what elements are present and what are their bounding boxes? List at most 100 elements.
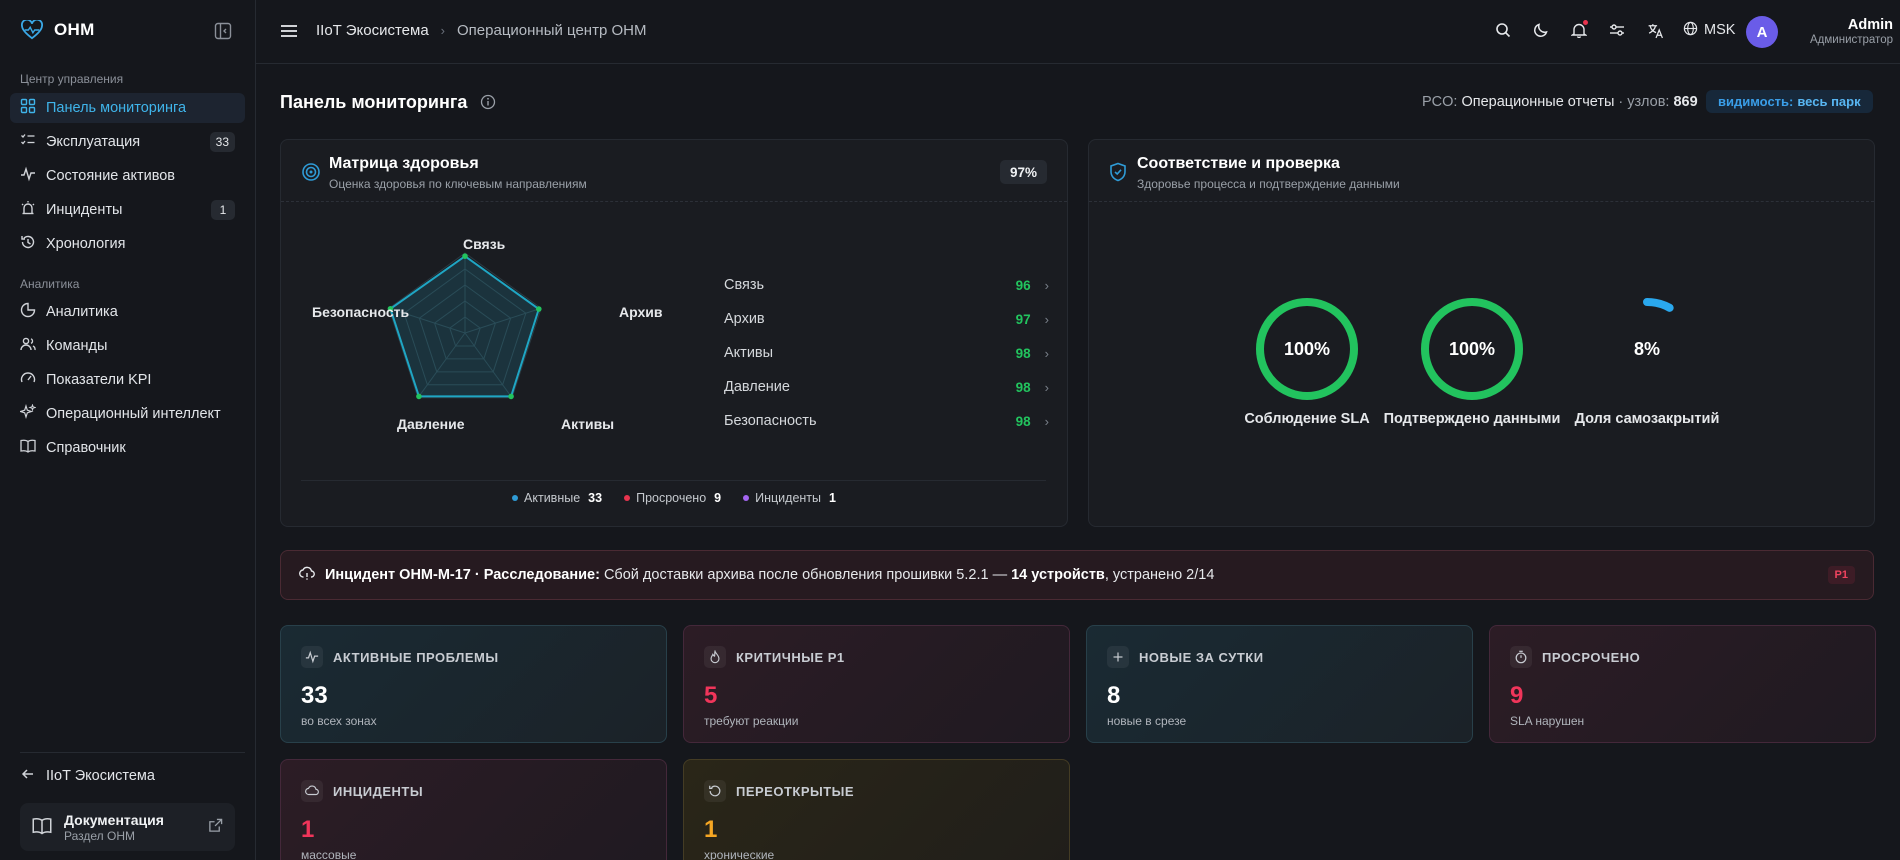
sidebar-item-label: Показатели KPI xyxy=(46,372,152,388)
metric-row-pressure[interactable]: Давление 98 › xyxy=(724,370,1049,404)
moon-icon[interactable] xyxy=(1531,20,1551,40)
sidebar-item-label: Инциденты xyxy=(46,202,123,218)
sidebar-item-reference[interactable]: Справочник xyxy=(10,433,245,463)
header-meta: PCO: Операционные отчеты · узлов: 869 xyxy=(1422,94,1698,110)
legend-overdue[interactable]: Просрочено 9 xyxy=(624,491,721,505)
gauge-icon xyxy=(20,370,36,390)
translate-icon[interactable] xyxy=(1645,20,1665,40)
page-title: Панель мониторинга xyxy=(280,92,468,112)
sidebar-item-incidents[interactable]: Инциденты 1 xyxy=(10,195,245,225)
sidebar-item-operations[interactable]: Эксплуатация 33 xyxy=(10,127,245,157)
metric-row-security[interactable]: Безопасность 98 › xyxy=(724,404,1049,438)
gauge-label: Подтверждено данными xyxy=(1383,411,1561,427)
bell-icon[interactable] xyxy=(1569,20,1589,40)
legend-label: Просрочено xyxy=(636,491,707,505)
timezone-selector[interactable]: MSK xyxy=(1683,21,1735,40)
radar-chart: Связь Архив Активы Давление Безопасность xyxy=(301,202,662,482)
stat-label: АКТИВНЫЕ ПРОБЛЕМЫ xyxy=(333,649,499,665)
checklist-icon xyxy=(20,132,36,152)
legend-incidents[interactable]: Инциденты 1 xyxy=(743,491,836,505)
stat-card-new-today[interactable]: НОВЫЕ ЗА СУТКИ 8 новые в срезе xyxy=(1086,625,1473,743)
brand-name: OHM xyxy=(54,20,95,39)
breadcrumb-ecosystem[interactable]: IIoT Экосистема xyxy=(316,22,429,39)
documentation-card[interactable]: Документация Раздел OHM xyxy=(20,803,235,851)
user-menu[interactable]: Admin Администратор xyxy=(1783,17,1893,46)
gauge-label: Доля самозакрытий xyxy=(1574,411,1720,427)
metric-label: Давление xyxy=(724,379,790,395)
count-badge: 33 xyxy=(209,132,235,152)
plus-icon xyxy=(1107,646,1129,668)
stat-head: ПРОСРОЧЕНО xyxy=(1510,646,1855,668)
collapse-sidebar-icon[interactable] xyxy=(214,22,232,40)
count-badge: 1 xyxy=(211,200,235,220)
priority-badge: P1 xyxy=(1827,566,1855,584)
arrow-left-icon xyxy=(20,766,36,786)
sidebar-divider xyxy=(20,752,245,753)
sidebar-item-label: Эксплуатация xyxy=(46,134,141,150)
book-icon xyxy=(32,816,52,839)
stat-value: 1 xyxy=(301,816,315,843)
pie-chart-icon xyxy=(20,302,36,322)
stat-subtitle: хронические xyxy=(704,848,775,860)
visibility-badge[interactable]: видимость: весь парк xyxy=(1706,90,1873,113)
gauge-value: 8% xyxy=(1633,338,1660,359)
legend-label: Инциденты xyxy=(755,491,822,505)
avatar[interactable]: A xyxy=(1746,16,1778,48)
radar-axis-label: Архив xyxy=(619,304,663,320)
external-link-icon[interactable] xyxy=(208,818,223,836)
incident-alert-banner[interactable]: Инцидент OHM-M-17 · Расследование: Сбой … xyxy=(280,550,1874,600)
self-closed-gauge: 8% Доля самозакрытий xyxy=(1547,295,1747,427)
menu-icon[interactable] xyxy=(280,22,298,43)
card-title: Матрица здоровья xyxy=(329,155,479,172)
sidebar-item-teams[interactable]: Команды xyxy=(10,331,245,361)
stat-card-active-problems[interactable]: АКТИВНЫЕ ПРОБЛЕМЫ 33 во всех зонах xyxy=(280,625,667,743)
radar-series-area xyxy=(389,254,540,398)
info-icon[interactable] xyxy=(480,94,496,113)
stat-value: 9 xyxy=(1510,682,1524,709)
metric-value: 98 xyxy=(1015,379,1031,395)
metric-row-archive[interactable]: Архив 97 › xyxy=(724,302,1049,336)
radar-point xyxy=(462,253,468,259)
brand[interactable]: OHM xyxy=(20,18,95,42)
metric-row-assets[interactable]: Активы 98 › xyxy=(724,336,1049,370)
stat-head: ИНЦИДЕНТЫ xyxy=(301,780,646,802)
card-subtitle: Оценка здоровья по ключевым направлениям xyxy=(329,177,587,191)
metric-value: 96 xyxy=(1015,277,1031,293)
doc-title: Документация xyxy=(64,811,164,828)
stat-head: НОВЫЕ ЗА СУТКИ xyxy=(1107,646,1452,668)
sidebar-item-asset-health[interactable]: Состояние активов xyxy=(10,161,245,191)
legend-label: Активные xyxy=(524,491,581,505)
sidebar-item-intelligence[interactable]: Операционный интеллект xyxy=(10,399,245,429)
sidebar-item-analytics[interactable]: Аналитика xyxy=(10,297,245,327)
sidebar-item-kpi[interactable]: Показатели KPI xyxy=(10,365,245,395)
flame-icon xyxy=(704,646,726,668)
back-to-ecosystem-link[interactable]: IIoT Экосистема xyxy=(20,766,155,786)
radar-point xyxy=(508,393,514,400)
gauge-ring: 8% xyxy=(1593,295,1701,403)
stat-head: АКТИВНЫЕ ПРОБЛЕМЫ xyxy=(301,646,646,668)
stat-card-critical-p1[interactable]: КРИТИЧНЫЕ P1 5 требуют реакции xyxy=(683,625,1070,743)
metric-label: Связь xyxy=(724,277,765,293)
sidebar-item-timeline[interactable]: Хронология xyxy=(10,229,245,259)
stat-card-reopened[interactable]: ПЕРЕОТКРЫТЫЕ 1 хронические xyxy=(683,759,1070,860)
legend-active[interactable]: Активные 33 xyxy=(512,491,602,505)
sidebar-item-label: Хронология xyxy=(46,236,126,252)
chevron-right-icon: › xyxy=(1044,311,1049,327)
activity-icon xyxy=(20,166,36,186)
legend-dot xyxy=(512,495,519,501)
sliders-icon[interactable] xyxy=(1607,20,1627,40)
meta-node-count: 869 xyxy=(1673,94,1698,110)
gauge-ring: 100% xyxy=(1418,295,1526,403)
meta-report[interactable]: Операционные отчеты xyxy=(1461,94,1614,110)
search-icon[interactable] xyxy=(1493,20,1513,40)
sidebar-item-dashboard[interactable]: Панель мониторинга xyxy=(10,93,245,123)
pulse-icon xyxy=(301,646,323,668)
stat-card-overdue[interactable]: ПРОСРОЧЕНО 9 SLA нарушен xyxy=(1489,625,1876,743)
stat-card-incidents[interactable]: ИНЦИДЕНТЫ 1 массовые xyxy=(280,759,667,860)
legend-dot xyxy=(743,495,750,501)
legend-value: 9 xyxy=(714,491,722,505)
radar-point xyxy=(416,393,422,400)
topbar-actions: MSK xyxy=(1493,20,1735,40)
metric-row-link[interactable]: Связь 96 › xyxy=(724,268,1049,302)
sparkles-icon xyxy=(18,403,37,424)
